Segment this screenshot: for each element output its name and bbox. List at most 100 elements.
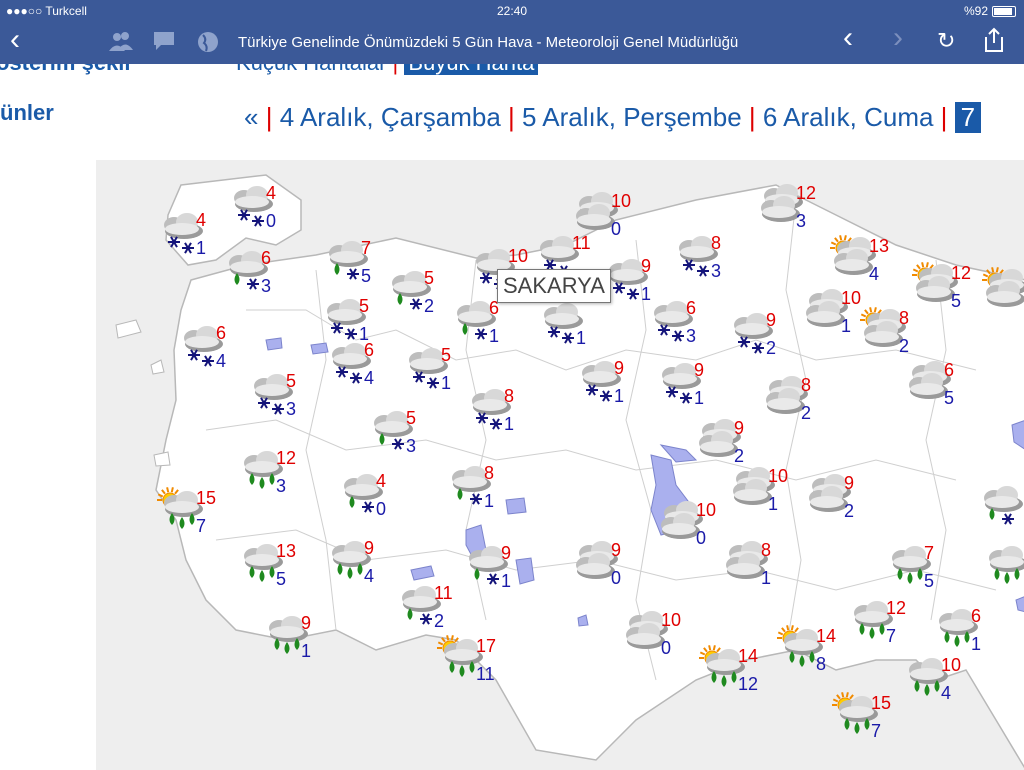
min-temp-label: 5: [924, 571, 934, 591]
min-temp-label: 3: [276, 476, 286, 496]
chevron-right-icon[interactable]: ›: [893, 23, 903, 53]
min-temp-label: 2: [766, 338, 776, 358]
day-link[interactable]: 4 Aralık, Çarşamba: [280, 102, 501, 132]
chat-bubble-icon[interactable]: [152, 30, 176, 58]
people-icon[interactable]: [108, 30, 134, 58]
max-temp-label: 8: [899, 308, 909, 328]
min-temp-label: 0: [611, 219, 621, 239]
min-temp-label: 1: [196, 238, 206, 258]
turkey-map-svg[interactable]: 4041 6375 52516461101110091183123134 125101…: [96, 160, 1024, 770]
share-icon[interactable]: [983, 27, 1005, 59]
min-temp-label: 8: [816, 654, 826, 674]
max-temp-label: 9: [501, 543, 511, 563]
min-temp-label: 3: [261, 276, 271, 296]
max-temp-label: 7: [361, 238, 371, 258]
day-link[interactable]: 6 Aralık, Cuma: [763, 102, 934, 132]
max-temp-label: 9: [614, 358, 624, 378]
min-temp-label: 2: [434, 611, 444, 631]
max-temp-label: 8: [504, 386, 514, 406]
min-temp-label: 2: [801, 403, 811, 423]
city-forecast[interactable]: 104: [909, 655, 961, 703]
max-temp-label: 6: [971, 606, 981, 626]
min-temp-label: 1: [484, 491, 494, 511]
min-temp-label: 2: [424, 296, 434, 316]
max-temp-label: 5: [424, 268, 434, 288]
max-temp-label: 9: [734, 418, 744, 438]
min-temp-label: 2: [899, 336, 909, 356]
min-temp-label: 4: [364, 368, 374, 388]
first-day-link[interactable]: «: [244, 102, 258, 132]
max-temp-label: 5: [441, 345, 451, 365]
max-temp-label: 9: [611, 540, 621, 560]
back-chevron-icon[interactable]: ‹: [10, 25, 20, 55]
day-link[interactable]: 5 Aralık, Perşembe: [522, 102, 742, 132]
max-temp-label: 4: [196, 210, 206, 230]
min-temp-label: 0: [696, 528, 706, 548]
min-temp-label: 5: [276, 569, 286, 589]
max-temp-label: 6: [261, 248, 271, 268]
min-temp-label: 3: [286, 399, 296, 419]
min-temp-label: 11: [476, 664, 495, 684]
min-temp-label: 1: [761, 568, 771, 588]
clock: 22:40: [496, 4, 528, 18]
battery-icon: [992, 6, 1016, 18]
min-temp-label: 1: [971, 634, 981, 654]
large-map-link[interactable]: Büyük Harita: [404, 64, 539, 75]
weather-map: 4 0 4 1 6 3 7 5 5 2 5 1 6 4 6 1 10 11 10 0 9 1 1 8 3 12 3 13 4 12 5 10 1…: [96, 160, 1024, 770]
max-temp-label: 12: [886, 598, 906, 618]
max-temp-label: 4: [376, 471, 386, 491]
min-temp-label: 0: [611, 568, 621, 588]
max-temp-label: 6: [364, 340, 374, 360]
battery-indicator: %92: [964, 4, 1016, 18]
max-temp-label: 11: [434, 583, 453, 603]
max-temp-label: 17: [476, 636, 496, 656]
min-temp-label: 3: [796, 211, 806, 231]
max-temp-label: 5: [286, 371, 296, 391]
max-temp-label: 15: [871, 693, 891, 713]
max-temp-label: 14: [816, 626, 836, 646]
max-temp-label: 7: [924, 543, 934, 563]
days-label: ünler: [0, 100, 54, 125]
min-temp-label: 5: [951, 291, 961, 311]
max-temp-label: 13: [276, 541, 296, 561]
day-separator: |: [748, 102, 756, 132]
chevron-left-icon[interactable]: ‹: [843, 23, 853, 53]
max-temp-label: 6: [216, 323, 226, 343]
max-temp-label: 9: [844, 473, 854, 493]
max-temp-label: 5: [359, 296, 369, 316]
reload-icon[interactable]: ↻: [937, 28, 955, 54]
day-separator: |: [940, 102, 948, 132]
max-temp-label: 5: [406, 408, 416, 428]
small-maps-link[interactable]: Küçük Haritalar: [236, 64, 386, 75]
max-temp-label: 6: [686, 298, 696, 318]
max-temp-label: 8: [801, 375, 811, 395]
min-temp-label: 2: [844, 501, 854, 521]
min-temp-label: 7: [871, 721, 881, 741]
display-mode-label: österim şekli: [0, 64, 131, 76]
min-temp-label: 0: [266, 211, 276, 231]
min-temp-label: 3: [406, 436, 416, 456]
min-temp-label: 2: [734, 446, 744, 466]
min-temp-label: 0: [376, 499, 386, 519]
min-temp-label: 1: [614, 386, 624, 406]
next-day-link[interactable]: 7: [954, 102, 982, 133]
max-temp-label: 11: [572, 233, 591, 253]
min-temp-label: 7: [886, 626, 896, 646]
max-temp-label: 15: [196, 488, 216, 508]
max-temp-label: 8: [484, 463, 494, 483]
min-temp-label: 1: [301, 641, 311, 661]
min-temp-label: 1: [441, 373, 451, 393]
day-separator: |: [508, 102, 515, 132]
min-temp-label: 1: [768, 494, 778, 514]
max-temp-label: 10: [696, 500, 716, 520]
min-temp-label: 4: [216, 351, 226, 371]
min-temp-label: 1: [841, 316, 851, 336]
city-forecast[interactable]: 157: [832, 692, 891, 741]
max-temp-label: 10: [661, 610, 681, 630]
max-temp-label: 8: [761, 540, 771, 560]
globe-icon[interactable]: [196, 30, 220, 60]
max-temp-label: 9: [301, 613, 311, 633]
max-temp-label: 9: [694, 360, 704, 380]
min-temp-label: 7: [196, 516, 206, 536]
day-selector: « | 4 Aralık, Çarşamba | 5 Aralık, Perşe…: [244, 102, 982, 133]
